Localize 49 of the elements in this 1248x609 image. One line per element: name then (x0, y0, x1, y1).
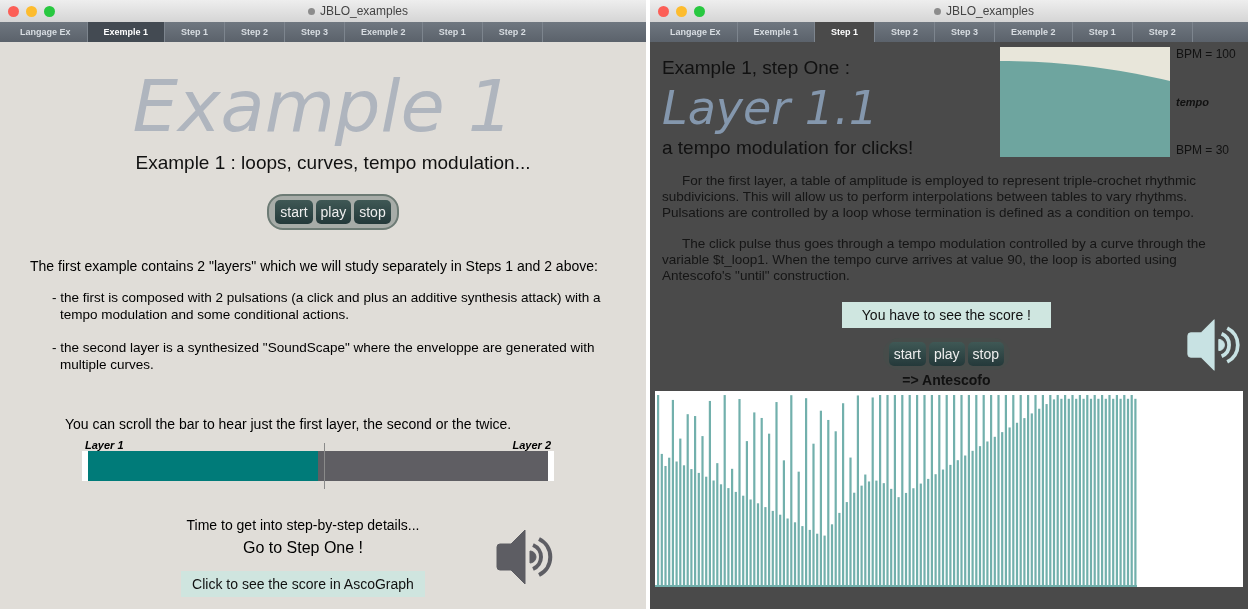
zoom-button[interactable] (44, 5, 55, 17)
subtitle: Example 1 : loops, curves, tempo modulation... (135, 152, 531, 174)
tab[interactable]: Step 2 (1132, 22, 1193, 42)
tab[interactable]: Langage Ex (4, 22, 88, 42)
close-button[interactable] (658, 5, 669, 17)
tab[interactable]: Step 2 (482, 22, 543, 42)
tab[interactable]: Step 2 (225, 22, 286, 42)
tab[interactable]: Exemple 1 (87, 22, 166, 42)
slider-label: Layer 1 (85, 438, 124, 451)
tab[interactable]: Step 3 (935, 22, 996, 42)
tab[interactable]: Exemple 2 (345, 22, 423, 42)
step-subtitle: a tempo modulation for clicks! (662, 137, 915, 159)
minimize-button[interactable] (26, 5, 37, 17)
tab[interactable]: Exemple 2 (995, 22, 1073, 42)
tab[interactable]: Step 1 (165, 22, 226, 42)
minimize-button[interactable] (676, 5, 687, 17)
intro-text: The first example contains 2 "layers" which we will study separately in Steps 1 and 2 above: (30, 258, 598, 274)
bullet-text: - the second layer is a synthesized "SoundScape" where the enveloppe are generated with multiple curves. (52, 339, 596, 374)
step-link[interactable]: Go to Step One ! (242, 538, 364, 557)
close-button[interactable] (8, 5, 19, 17)
transport-button[interactable]: start (888, 342, 926, 367)
tempo-max-label: BPM = 100 (1176, 47, 1236, 61)
layer-title: Layer 1.1 (662, 80, 880, 137)
tab[interactable]: Step 1 (1072, 22, 1133, 42)
score-button[interactable]: Click to see the score in AscoGraph (181, 570, 425, 597)
step-heading: Example 1, step One : (662, 57, 851, 79)
slider-label: Layer 2 (512, 438, 551, 451)
slider-hint: You can scroll the bar to hear just the first layer, the second or the twice. (65, 415, 512, 432)
zoom-button[interactable] (694, 5, 705, 17)
tab[interactable]: Step 2 (875, 22, 936, 42)
transport-button[interactable]: play (315, 200, 352, 224)
tab[interactable]: Step 3 (285, 22, 346, 42)
document-icon (933, 7, 941, 15)
tempo-label: tempo (1176, 96, 1210, 108)
bullet-text: - the first is composed with 2 pulsations (a click and plus an additive synthesis attack) with a tempo modulation and some conditional actions. (52, 290, 602, 324)
tab[interactable]: Step 1 (815, 22, 876, 42)
transport-button[interactable]: start (275, 200, 313, 224)
window-title: JBLO_examples (945, 4, 1034, 18)
score-button[interactable]: You have to see the score ! (841, 302, 1051, 329)
tab[interactable]: Step 1 (422, 22, 483, 42)
transport-button[interactable]: stop (354, 200, 391, 224)
document-icon (307, 7, 315, 15)
antescofo-caption: => Antescofo (902, 372, 991, 389)
window-title: JBLO_examples (319, 4, 408, 18)
tempo-min-label: BPM = 30 (1176, 143, 1231, 157)
transport-button[interactable]: play (928, 342, 965, 367)
next-hint: Time to get into step-by-step details... (186, 516, 420, 533)
transport-button[interactable]: stop (967, 342, 1005, 367)
tab[interactable]: Langage Ex (654, 22, 738, 42)
